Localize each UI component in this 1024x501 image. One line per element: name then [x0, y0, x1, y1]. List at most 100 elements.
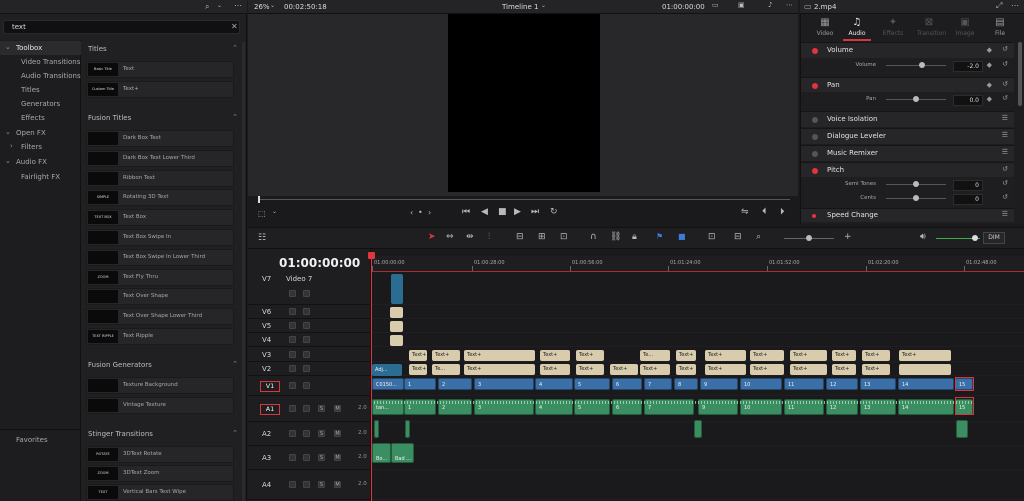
linked-selection-icon[interactable]: ⛓: [610, 232, 621, 242]
match-frame-icon[interactable]: ⇋: [741, 207, 749, 217]
reset-icon[interactable]: ↺: [1002, 193, 1008, 201]
selected-clip-outline[interactable]: [955, 397, 974, 415]
volume-value[interactable]: -2.0: [953, 61, 983, 72]
track-header-v4[interactable]: V4: [248, 334, 371, 347]
jog-dot-icon[interactable]: •: [418, 208, 423, 217]
overwrite-clip-icon[interactable]: ⊞: [538, 232, 546, 242]
track-toggle-icon[interactable]: [303, 405, 310, 412]
previous-clip-icon[interactable]: ⏴: [762, 207, 767, 217]
text-plus-clip[interactable]: Text+: [676, 364, 696, 375]
solo-button[interactable]: S: [318, 430, 325, 437]
keyframe-icon[interactable]: ◆: [987, 95, 992, 103]
audio-clip[interactable]: Bo...: [372, 443, 391, 463]
video-clip[interactable]: 2: [438, 378, 472, 390]
track-lane[interactable]: [372, 447, 1024, 470]
more-options-icon[interactable]: ⋯: [234, 1, 242, 10]
scrub-head[interactable]: [258, 196, 260, 203]
keyframe-icon[interactable]: ◆: [987, 46, 992, 54]
tab-file[interactable]: ▤ File: [988, 16, 1012, 37]
video-clip[interactable]: 12: [826, 378, 858, 390]
effect-item[interactable]: Text Box Swipe In Lower Third: [86, 248, 234, 266]
tab-audio[interactable]: ♫ Audio: [845, 16, 869, 37]
stop-icon[interactable]: ■: [498, 207, 507, 217]
selected-clip-outline[interactable]: [955, 377, 974, 391]
dynamic-trim-icon[interactable]: ⇹: [466, 232, 474, 242]
text-plus-clip[interactable]: Text+: [750, 350, 784, 361]
track-id-a1[interactable]: A1: [260, 404, 280, 415]
text-plus-clip[interactable]: Text+: [705, 364, 746, 375]
effect-item[interactable]: TEXT BOX Text Box: [86, 209, 234, 227]
voice-isolation-section[interactable]: Voice Isolation ☰: [801, 111, 1014, 127]
tab-image[interactable]: ▣ Image: [953, 16, 977, 37]
track-header-a2[interactable]: A2 S M 2.0: [248, 423, 371, 446]
effect-item[interactable]: Ribbon Text: [86, 169, 234, 187]
track-header-v7[interactable]: V7 Video 7: [248, 272, 371, 305]
chevron-down-icon[interactable]: ⌄: [217, 2, 222, 9]
speaker-icon[interactable]: 🔊︎: [920, 232, 926, 242]
pitch-section[interactable]: Pitch ↺: [801, 162, 1014, 178]
keyframe-icon[interactable]: ◆: [987, 81, 992, 89]
marker-icon[interactable]: ■: [678, 232, 686, 241]
pan-knob[interactable]: [913, 96, 919, 102]
dim-button[interactable]: DIM: [983, 232, 1005, 244]
chevron-down-icon[interactable]: ⌄: [270, 2, 275, 9]
search-input[interactable]: text ✕: [3, 20, 240, 34]
video-clip[interactable]: 9: [700, 378, 738, 390]
tab-transition[interactable]: ⊠ Transition: [917, 16, 946, 37]
text-plus-clip[interactable]: Text+: [640, 364, 670, 375]
clear-search-icon[interactable]: ✕: [231, 22, 238, 31]
effect-item[interactable]: Dark Box Text Lower Third: [86, 149, 234, 167]
lock-icon[interactable]: [289, 430, 296, 437]
jog-left-icon[interactable]: ‹: [410, 208, 413, 217]
fusion-clip[interactable]: [390, 307, 403, 318]
track-id-v1[interactable]: V1: [260, 381, 280, 392]
flag-icon[interactable]: ⚑: [656, 232, 663, 241]
reset-icon[interactable]: ↺: [1002, 80, 1008, 88]
lock-icon[interactable]: [289, 351, 296, 358]
reset-icon[interactable]: ↺: [1002, 94, 1008, 102]
text-plus-clip[interactable]: Text+: [432, 350, 460, 361]
section-titles[interactable]: Titles ⌃: [84, 42, 242, 56]
text-plus-clip[interactable]: Text+: [790, 350, 827, 361]
audio-clip[interactable]: [956, 420, 968, 438]
mute-button[interactable]: M: [334, 405, 341, 412]
text-plus-clip[interactable]: Text+: [464, 364, 535, 375]
audio-clip[interactable]: [374, 420, 379, 438]
lock-icon[interactable]: [289, 365, 296, 372]
track-header-a4[interactable]: A4 S M 2.0: [248, 470, 371, 500]
enable-toggle[interactable]: [812, 134, 818, 140]
reset-icon[interactable]: ↺: [1002, 165, 1008, 173]
lock-icon[interactable]: [289, 336, 296, 343]
menu-icon[interactable]: ☰: [1002, 148, 1008, 156]
inspector-scrollbar[interactable]: [1018, 42, 1022, 106]
text-plus-clip[interactable]: Text+: [576, 364, 604, 375]
favorites-label[interactable]: Favorites: [16, 436, 48, 444]
solo-button[interactable]: S: [318, 454, 325, 461]
lock-icon[interactable]: [289, 405, 296, 412]
video-frame[interactable]: [448, 14, 600, 192]
chevron-down-icon[interactable]: ⌄: [541, 2, 546, 9]
volume-section[interactable]: Volume ◆ ↺: [801, 42, 1014, 58]
blade-tool-icon[interactable]: ⫶: [488, 232, 490, 242]
tree-item-filters[interactable]: › Filters: [10, 142, 42, 151]
enable-toggle[interactable]: [812, 48, 818, 54]
effect-item[interactable]: Text Over Shape: [86, 288, 234, 306]
text-plus-clip[interactable]: Text+: [576, 350, 604, 361]
lock-icon[interactable]: [289, 454, 296, 461]
volume-knob[interactable]: [972, 235, 978, 241]
video-clip[interactable]: 10: [740, 378, 782, 390]
play-reverse-icon[interactable]: ◀: [481, 207, 488, 217]
track-toggle-icon[interactable]: [303, 480, 310, 488]
reset-icon[interactable]: ↺: [1002, 179, 1008, 187]
replace-clip-icon[interactable]: ⊡: [560, 232, 568, 242]
track-header-v2[interactable]: V2: [248, 363, 371, 376]
text-plus-clip[interactable]: Text+: [409, 364, 427, 375]
select-tool-icon[interactable]: ➤: [428, 232, 436, 242]
lock-icon[interactable]: [289, 290, 296, 297]
zoom-in-icon[interactable]: +: [844, 232, 852, 242]
effect-item[interactable]: Basic Title Text: [86, 61, 234, 78]
tree-item-audio-transitions[interactable]: Audio Transitions: [21, 72, 81, 80]
tree-arrow-icon[interactable]: ⌄: [5, 128, 11, 136]
text-plus-clip[interactable]: Text+: [610, 364, 638, 375]
playhead-handle[interactable]: [368, 252, 375, 259]
